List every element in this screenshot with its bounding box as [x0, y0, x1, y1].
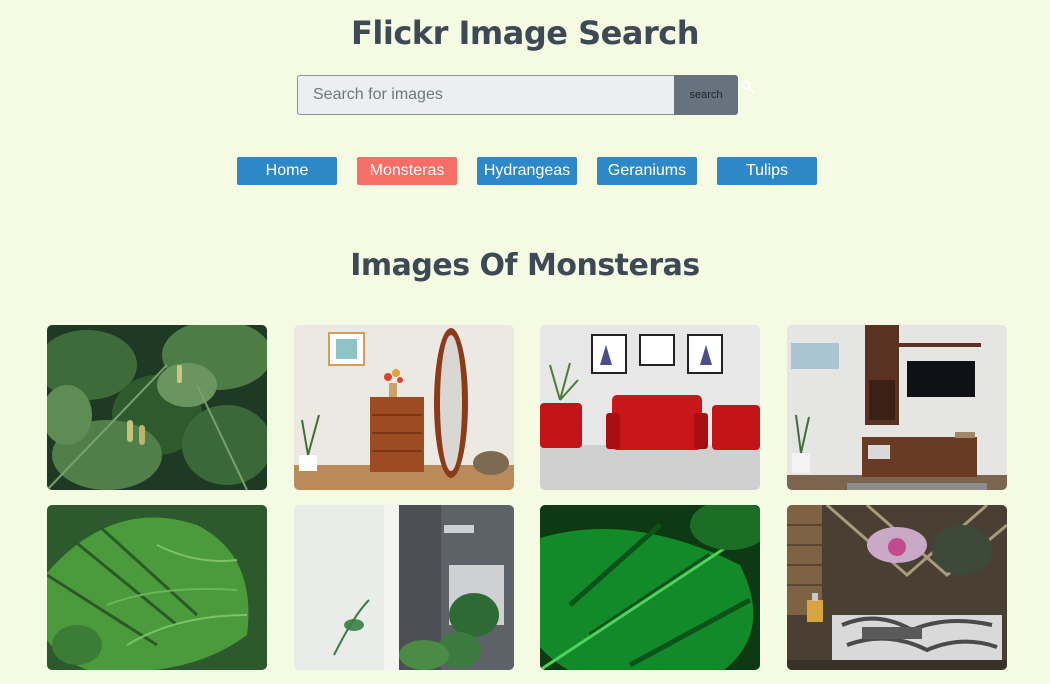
search-icon[interactable]: [741, 80, 754, 93]
gallery-image[interactable]: [787, 505, 1008, 670]
gallery-image[interactable]: [47, 505, 267, 670]
search-button[interactable]: search: [674, 75, 738, 115]
gallery-image[interactable]: [540, 325, 761, 490]
search-input[interactable]: [297, 75, 674, 115]
image-gallery: [47, 325, 1008, 670]
gallery-image[interactable]: [293, 505, 514, 670]
nav-button-monsteras[interactable]: Monsteras: [357, 157, 457, 185]
page-title: Flickr Image Search: [351, 14, 699, 52]
nav-button-hydrangeas[interactable]: Hydrangeas: [477, 157, 577, 185]
gallery-image[interactable]: [540, 505, 761, 670]
nav-button-tulips[interactable]: Tulips: [717, 157, 817, 185]
nav-button-geraniums[interactable]: Geraniums: [597, 157, 697, 185]
gallery-image[interactable]: [293, 325, 514, 490]
search-form: search: [297, 75, 738, 115]
gallery-image[interactable]: [47, 325, 267, 490]
gallery-image[interactable]: [787, 325, 1008, 490]
gallery-heading: Images Of Monsteras: [350, 248, 700, 283]
nav-button-home[interactable]: Home: [237, 157, 337, 185]
category-nav: Home Monsteras Hydrangeas Geraniums Tuli…: [237, 157, 817, 185]
